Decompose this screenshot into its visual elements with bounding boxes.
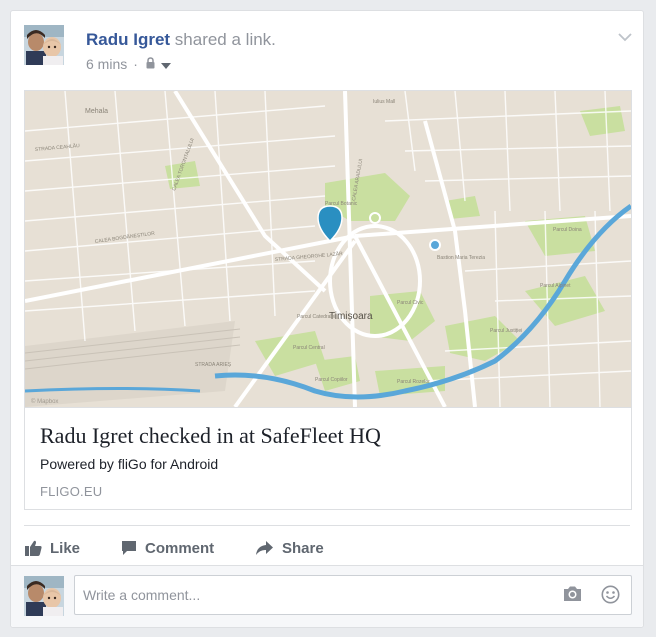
like-button[interactable]: Like bbox=[25, 537, 80, 559]
comment-button[interactable]: Comment bbox=[121, 537, 214, 559]
comment-composer bbox=[11, 565, 643, 627]
camera-icon[interactable] bbox=[563, 585, 582, 607]
share-button[interactable]: Share bbox=[256, 537, 324, 559]
post-header-line: Radu Igret shared a link. bbox=[86, 30, 276, 50]
author-name-link[interactable]: Radu Igret bbox=[86, 30, 170, 49]
map-label-parcul-rozelor: Parcul Rozelor bbox=[397, 379, 430, 385]
caret-down-icon[interactable] bbox=[160, 56, 171, 72]
map-label-parcul-catedralei: Parcul Catedralei bbox=[297, 314, 335, 320]
post-timestamp[interactable]: 6 mins bbox=[86, 56, 127, 72]
map-label-parcul-alpinet: Parcul Alpinet bbox=[540, 283, 571, 289]
smiley-icon[interactable] bbox=[601, 585, 620, 609]
post-action-text: shared a link. bbox=[170, 30, 276, 49]
comment-input[interactable] bbox=[75, 576, 561, 614]
map-city-label: Timișoara bbox=[329, 311, 373, 322]
commenter-avatar bbox=[24, 576, 64, 616]
map-attribution: © Mapbox bbox=[31, 398, 58, 405]
link-description: Powered by fliGo for Android bbox=[40, 456, 219, 472]
like-label: Like bbox=[50, 539, 81, 557]
map-label-bastion: Bastion Maria Terezia bbox=[437, 255, 485, 261]
meta-separator: · bbox=[133, 56, 138, 72]
link-attachment[interactable]: Timișoara Parcul Botanic Bastion Maria T… bbox=[24, 90, 632, 510]
map-label-parcul-justitiei: Parcul Justiției bbox=[490, 328, 522, 334]
post-meta: 6 mins · bbox=[86, 56, 171, 72]
comment-label: Comment bbox=[145, 539, 215, 557]
chevron-down-icon[interactable] bbox=[618, 29, 632, 47]
share-arrow-icon bbox=[256, 541, 273, 555]
lock-icon bbox=[145, 56, 156, 72]
post-card: Radu Igret shared a link. 6 mins · Timiș… bbox=[10, 10, 644, 628]
map-label-mehala: Mehala bbox=[85, 108, 108, 115]
thumbs-up-icon bbox=[25, 540, 42, 556]
author-avatar[interactable] bbox=[24, 25, 64, 65]
share-label: Share bbox=[282, 539, 324, 557]
map-label-parcul-doina: Parcul Doina bbox=[553, 227, 582, 233]
map-image[interactable]: Timișoara Parcul Botanic Bastion Maria T… bbox=[25, 91, 631, 408]
link-title[interactable]: Radu Igret checked in at SafeFleet HQ bbox=[40, 423, 381, 449]
speech-bubble-icon bbox=[122, 541, 136, 555]
link-domain: FLIGO.EU bbox=[40, 484, 103, 499]
map-label-parcul-copiilor: Parcul Copiilor bbox=[315, 377, 348, 383]
map-label-parcul-civic: Parcul Civic bbox=[397, 300, 424, 306]
map-label-parcul-central: Parcul Central bbox=[293, 345, 325, 351]
map-label-iulius-mall: Iulius Mall bbox=[373, 99, 395, 105]
comment-box bbox=[74, 575, 632, 615]
actions-divider bbox=[24, 525, 630, 526]
map-label-strada-aries: STRADA ARIEȘ bbox=[195, 362, 232, 368]
